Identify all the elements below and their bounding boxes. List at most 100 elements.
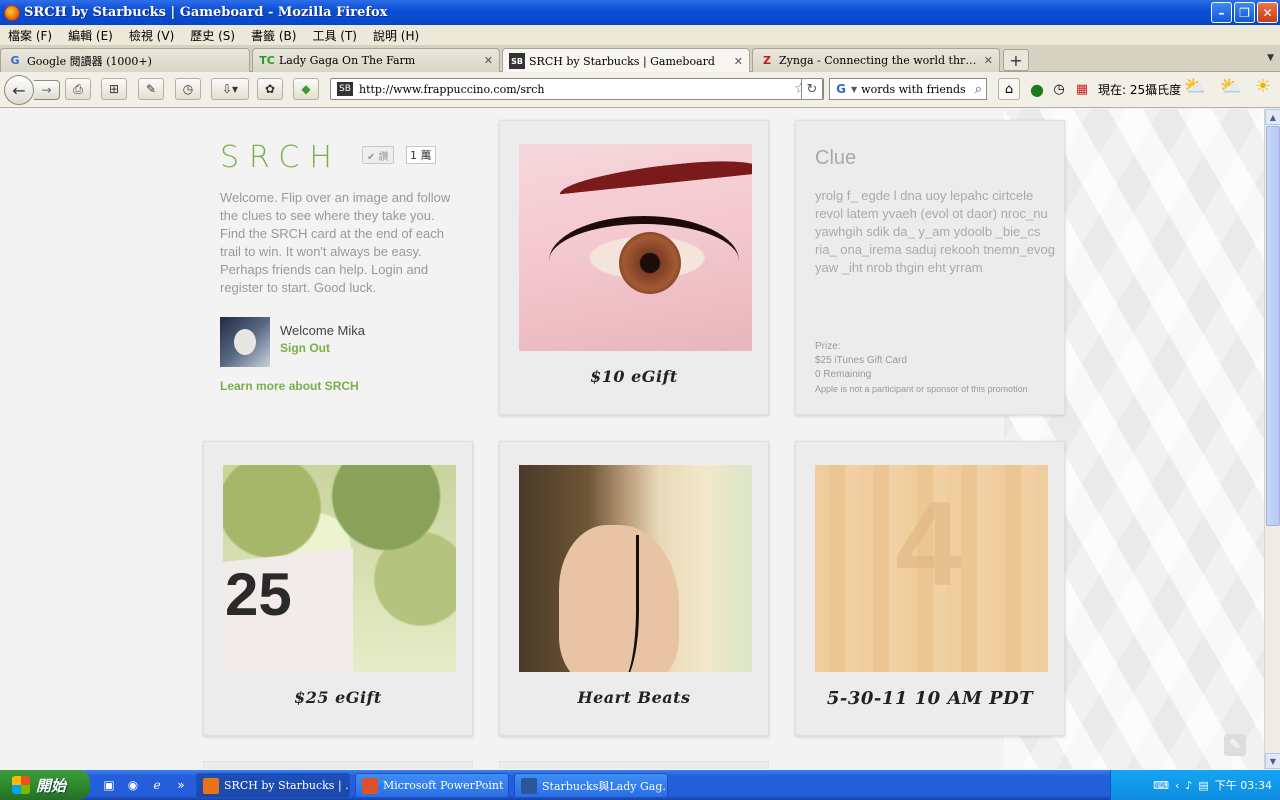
- keyboard-icon[interactable]: ⌨: [1153, 779, 1169, 792]
- scroll-thumb[interactable]: [1266, 126, 1280, 526]
- intro-panel: SRCH ✔ 讚 1 萬 Welcome. Flip over an image…: [220, 140, 460, 393]
- site-identity-icon[interactable]: SB: [337, 82, 353, 96]
- task-powerpoint[interactable]: Microsoft PowerPoint ...: [355, 773, 509, 798]
- desktop-icon[interactable]: ▣: [100, 776, 118, 794]
- weather-status: 現在: 25攝氏度: [1098, 83, 1182, 97]
- tab-srch-starbucks[interactable]: SB SRCH by Starbucks | Gameboard ✕: [502, 48, 750, 73]
- start-button[interactable]: 開始: [0, 770, 90, 800]
- learn-more-link[interactable]: Learn more about SRCH: [220, 379, 460, 393]
- intro-text: Welcome. Flip over an image and follow t…: [220, 190, 451, 295]
- tab-zynga[interactable]: Z Zynga - Connecting the world through g…: [752, 48, 1000, 72]
- search-box[interactable]: G ▼ ⌕: [829, 78, 987, 100]
- clue-card[interactable]: Clue yrolg f_ egde l dna uoy lepahc cirt…: [795, 120, 1065, 415]
- card-photo-eye: [519, 144, 752, 351]
- tab-label: Zynga - Connecting the world through ga…: [779, 54, 980, 67]
- menu-tools[interactable]: 工具 (T): [304, 27, 365, 44]
- menu-history[interactable]: 歷史 (S): [182, 27, 243, 44]
- user-row: Welcome Mika Sign Out: [220, 317, 460, 367]
- card-eye[interactable]: $10 eGift: [499, 120, 769, 415]
- clock[interactable]: 下午 03:34: [1215, 777, 1272, 793]
- like-count: 1 萬: [406, 146, 436, 164]
- url-text[interactable]: http://www.frappuccino.com/srch: [359, 83, 794, 96]
- google-search-engine-icon[interactable]: G: [833, 81, 849, 97]
- print-icon[interactable]: ⎙: [65, 78, 91, 100]
- zynga-icon: Z: [763, 54, 771, 67]
- powerpoint-icon: [362, 777, 378, 794]
- address-bar[interactable]: SB http://www.frappuccino.com/srch ☆ ▼: [330, 78, 824, 100]
- task-word[interactable]: Starbucks與Lady Gag...: [514, 773, 668, 798]
- maximize-button[interactable]: ❐: [1234, 2, 1255, 23]
- home-icon[interactable]: ⌂: [998, 78, 1020, 100]
- card-caption: 5-30-11 10 AM PDT: [826, 688, 1034, 709]
- card-peek: [203, 761, 473, 769]
- menu-file[interactable]: 檔案 (F): [0, 27, 60, 44]
- reload-icon[interactable]: ↻: [801, 78, 823, 100]
- avatar[interactable]: [220, 317, 270, 367]
- web-page: SRCH ✔ 讚 1 萬 Welcome. Flip over an image…: [0, 109, 1264, 769]
- menu-help[interactable]: 說明 (H): [365, 27, 427, 44]
- partly-cloudy-icon[interactable]: ⛅: [1180, 76, 1210, 97]
- volume-icon[interactable]: ♪: [1185, 779, 1192, 792]
- close-tab-icon[interactable]: ✕: [484, 54, 493, 67]
- downloads-icon[interactable]: ⇩▾: [211, 78, 249, 100]
- partly-cloudy-forecast-icon[interactable]: ⛅: [1216, 76, 1246, 97]
- calendar-icon[interactable]: ▦: [1073, 80, 1091, 98]
- card-caption: $10 eGift: [590, 367, 678, 386]
- tab-label: Lady Gaga On The Farm: [279, 54, 416, 67]
- task-label: Starbucks與Lady Gag...: [542, 779, 668, 793]
- vertical-scrollbar[interactable]: ▲ ▼: [1264, 109, 1280, 769]
- search-engine-dropdown-icon[interactable]: ▼: [851, 85, 857, 94]
- start-label: 開始: [36, 776, 67, 795]
- tab-list-dropdown-icon[interactable]: ▼: [1267, 53, 1274, 63]
- close-window-button[interactable]: ✕: [1257, 2, 1278, 23]
- menu-bookmarks[interactable]: 書籤 (B): [243, 27, 304, 44]
- forward-button[interactable]: →: [34, 80, 60, 100]
- task-firefox[interactable]: SRCH by Starbucks | ...: [196, 773, 350, 798]
- search-icon[interactable]: ⌕: [975, 82, 982, 97]
- card-heart-beats[interactable]: Heart Beats: [499, 441, 769, 736]
- card-photo-headphones: [519, 465, 752, 672]
- media-player-icon[interactable]: ◉: [124, 776, 142, 794]
- quick-launch-expand-icon[interactable]: »: [172, 776, 190, 794]
- evernote-icon[interactable]: ✎: [138, 78, 164, 100]
- card-date[interactable]: 4 5-30-11 10 AM PDT: [795, 441, 1065, 736]
- tab-label: SRCH by Starbucks | Gameboard: [529, 54, 715, 68]
- new-window-icon[interactable]: ⊞: [101, 78, 127, 100]
- scroll-up-icon[interactable]: ▲: [1265, 109, 1280, 125]
- share-icon[interactable]: ✎: [1224, 734, 1246, 756]
- clock-icon[interactable]: ◷: [1050, 80, 1068, 98]
- internet-explorer-icon[interactable]: ℯ: [148, 776, 166, 794]
- close-tab-icon[interactable]: ✕: [734, 55, 743, 68]
- sign-out-link[interactable]: Sign Out: [280, 341, 365, 355]
- techcrunch-icon: TC: [259, 54, 275, 67]
- tab-strip: G Google 閱讀器 (1000+) TC Lady Gaga On The…: [0, 45, 1280, 73]
- menu-view[interactable]: 檢視 (V): [121, 27, 182, 44]
- network-icon[interactable]: ▤: [1198, 779, 1208, 792]
- tab-lady-gaga[interactable]: TC Lady Gaga On The Farm ✕: [252, 48, 500, 72]
- history-icon[interactable]: ◷: [175, 78, 201, 100]
- new-tab-button[interactable]: +: [1003, 49, 1029, 71]
- feedly-icon[interactable]: ◆: [293, 78, 319, 100]
- tray-expand-icon[interactable]: ‹: [1175, 779, 1179, 792]
- tab-google-reader[interactable]: G Google 閱讀器 (1000+): [0, 48, 250, 72]
- menu-edit[interactable]: 編輯 (E): [60, 27, 121, 44]
- sunny-icon[interactable]: ☀: [1254, 76, 1272, 97]
- firefox-icon: [4, 4, 20, 21]
- minimize-button[interactable]: –: [1211, 2, 1232, 23]
- prize-value: $25 iTunes Gift Card: [815, 355, 907, 366]
- clue-text: yrolg f_ egde l dna uoy lepahc cirtcele …: [815, 188, 1055, 275]
- word-icon: [521, 777, 537, 794]
- windows-taskbar: 開始 ▣ ◉ ℯ » SRCH by Starbucks | ... Micro…: [0, 770, 1280, 800]
- card-peek: [499, 761, 769, 769]
- scroll-down-icon[interactable]: ▼: [1265, 753, 1280, 769]
- firefox-task-icon: [203, 777, 219, 794]
- search-input[interactable]: [861, 82, 971, 96]
- back-button[interactable]: ←: [4, 75, 34, 105]
- quick-launch: ▣ ◉ ℯ »: [100, 776, 190, 794]
- addons-icon[interactable]: ✿: [257, 78, 283, 100]
- status-green-icon[interactable]: ●: [1028, 80, 1046, 99]
- clue-title: Clue: [815, 147, 857, 169]
- close-tab-icon[interactable]: ✕: [984, 54, 993, 67]
- card-tree-25[interactable]: 25 $25 eGift: [203, 441, 473, 736]
- facebook-like-button[interactable]: ✔ 讚: [362, 146, 394, 164]
